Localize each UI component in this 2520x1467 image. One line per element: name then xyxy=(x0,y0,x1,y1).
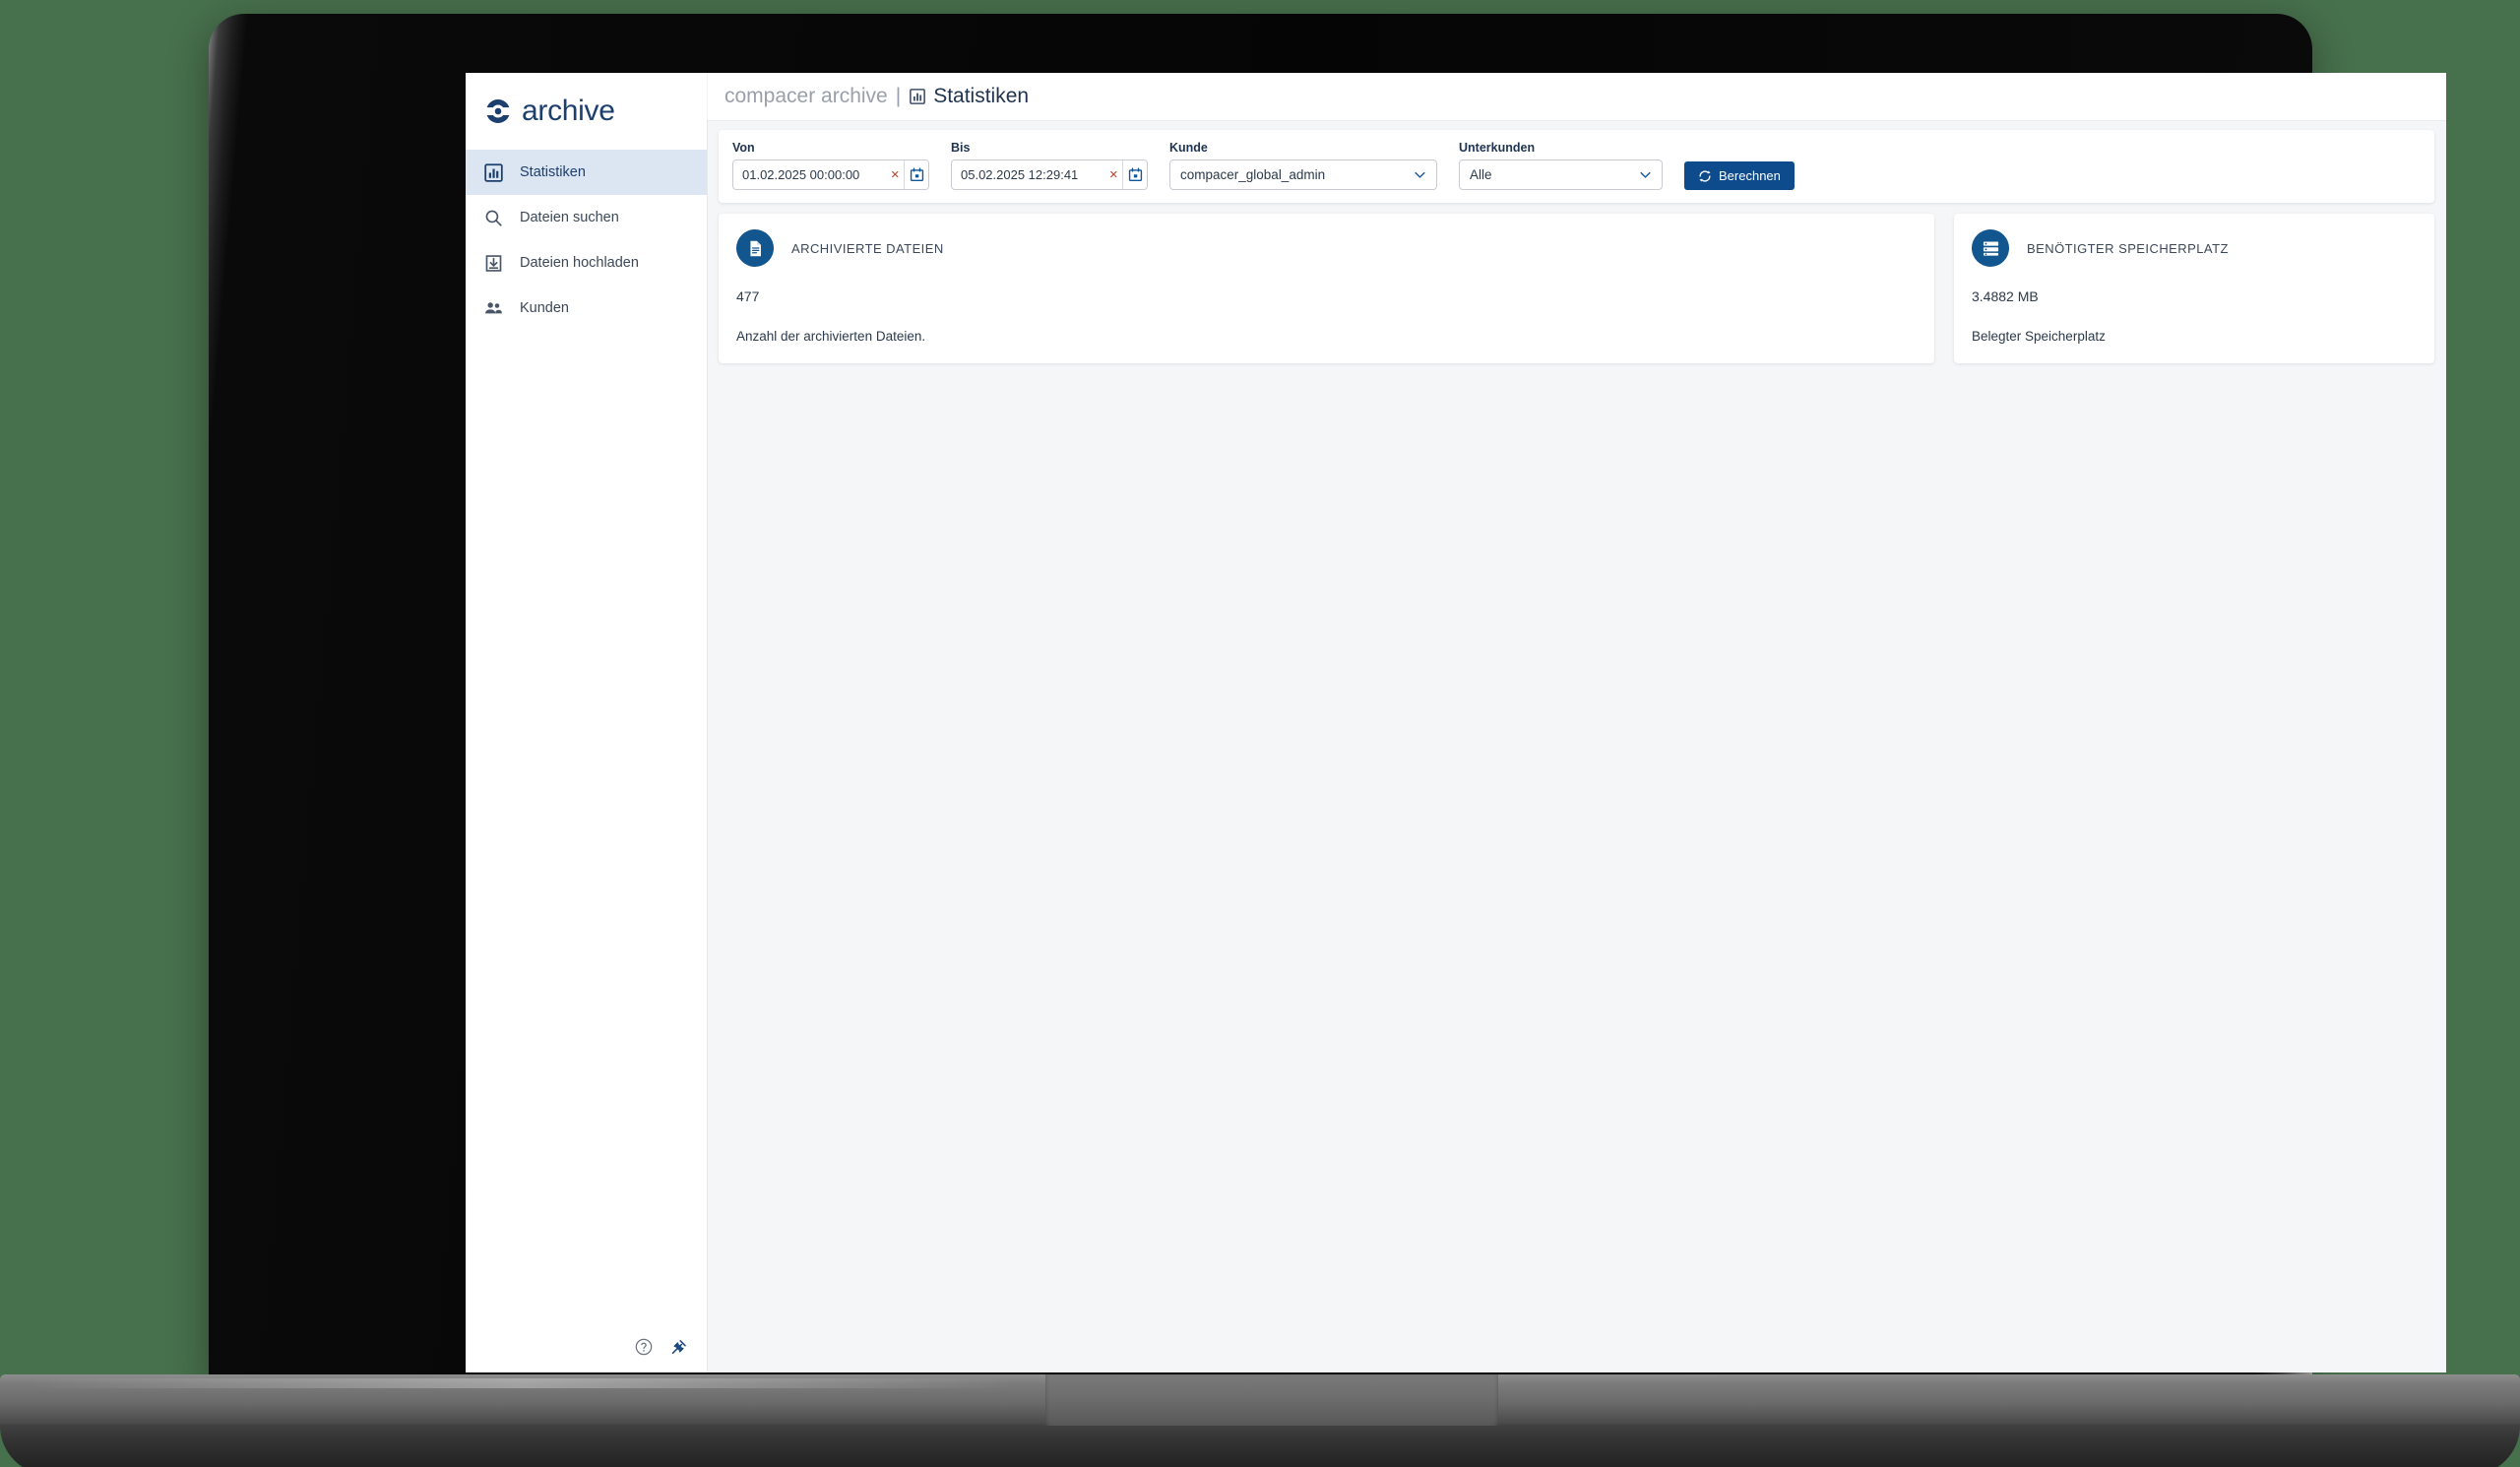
sidebar-item-label: Kunden xyxy=(520,300,569,316)
download-box-icon xyxy=(483,253,504,274)
pin-icon[interactable] xyxy=(669,1337,689,1357)
laptop-base-highlight xyxy=(30,1378,1014,1388)
application-window: archive Statistiken Dateien suchen Datei… xyxy=(466,73,2446,1372)
card-title: BENÖTIGTER SPEICHERPLATZ xyxy=(2027,240,2229,256)
card-title: ARCHIVIERTE DATEIEN xyxy=(791,240,944,256)
search-icon xyxy=(483,208,504,228)
brand-logo[interactable]: archive xyxy=(466,73,707,150)
field-label-kunde: Kunde xyxy=(1169,141,1208,155)
breadcrumb-app-name: compacer archive xyxy=(724,85,888,107)
main-content: compacer archive | Statistiken Von 01.02… xyxy=(707,73,2446,1372)
chevron-down-icon xyxy=(1639,168,1652,181)
sidebar-item-label: Dateien hochladen xyxy=(520,255,639,271)
berechnen-button[interactable]: Berechnen xyxy=(1684,161,1795,190)
von-date-input[interactable] xyxy=(733,160,887,189)
bis-date-input-group[interactable]: × xyxy=(951,159,1148,190)
breadcrumb: compacer archive | Statistiken xyxy=(707,73,2446,120)
field-bis: Bis × xyxy=(951,141,1148,190)
card-header: ARCHIVIERTE DATEIEN xyxy=(736,229,1917,267)
sidebar-item-dateien-hochladen[interactable]: Dateien hochladen xyxy=(466,240,707,286)
bar-chart-icon xyxy=(483,162,504,183)
chevron-down-icon xyxy=(1414,168,1426,181)
laptop-lid: archive Statistiken Dateien suchen Datei… xyxy=(209,14,2446,1382)
sidebar-footer xyxy=(466,1321,707,1372)
clear-icon[interactable]: × xyxy=(1104,160,1122,189)
breadcrumb-separator: | xyxy=(895,85,902,107)
field-label-unterkunden: Unterkunden xyxy=(1459,141,1536,155)
laptop-screen: archive Statistiken Dateien suchen Datei… xyxy=(466,73,2446,1372)
unterkunden-select[interactable]: Alle xyxy=(1459,159,1663,190)
card-description: Anzahl der archivierten Dateien. xyxy=(736,329,926,344)
bar-chart-icon xyxy=(909,88,926,105)
document-icon xyxy=(736,229,774,267)
people-icon xyxy=(483,298,504,319)
sidebar-item-label: Dateien suchen xyxy=(520,210,619,225)
filter-toolbar: Von × xyxy=(719,130,2434,203)
calendar-icon xyxy=(1128,167,1143,182)
kunde-select-value: compacer_global_admin xyxy=(1180,167,1326,182)
refresh-icon xyxy=(1698,169,1712,183)
storage-list-icon xyxy=(1972,229,2009,267)
calendar-icon xyxy=(910,167,924,182)
calendar-icon-button[interactable] xyxy=(1122,160,1147,189)
card-description: Belegter Speicherplatz xyxy=(1972,329,2106,344)
sidebar: archive Statistiken Dateien suchen Datei… xyxy=(466,73,707,1372)
card-value: 3.4882 MB xyxy=(1972,288,2039,304)
card-header: BENÖTIGTER SPEICHERPLATZ xyxy=(1972,229,2417,267)
sidebar-item-kunden[interactable]: Kunden xyxy=(466,286,707,331)
sidebar-item-label: Statistiken xyxy=(520,164,586,180)
sidebar-item-statistiken[interactable]: Statistiken xyxy=(466,150,707,195)
von-date-input-group[interactable]: × xyxy=(732,159,929,190)
card-benoetigter-speicherplatz: BENÖTIGTER SPEICHERPLATZ 3.4882 MB Beleg… xyxy=(1954,214,2434,363)
clear-icon[interactable]: × xyxy=(886,160,904,189)
kunde-select[interactable]: compacer_global_admin xyxy=(1169,159,1437,190)
brand-name: archive xyxy=(522,95,615,127)
field-label-von: Von xyxy=(732,141,755,155)
card-archivierte-dateien: ARCHIVIERTE DATEIEN 477 Anzahl der archi… xyxy=(719,214,1934,363)
field-von: Von × xyxy=(732,141,929,190)
field-label-bis: Bis xyxy=(951,141,971,155)
laptop-base-bottom xyxy=(0,1426,2520,1467)
help-circle-icon[interactable] xyxy=(634,1337,654,1357)
laptop-base xyxy=(0,1374,2520,1467)
unterkunden-select-value: Alle xyxy=(1470,167,1492,182)
card-value: 477 xyxy=(736,288,760,304)
sidebar-item-dateien-suchen[interactable]: Dateien suchen xyxy=(466,195,707,240)
archive-circle-logo-icon xyxy=(483,96,513,126)
page-title: Statistiken xyxy=(933,85,1030,107)
scene: archive Statistiken Dateien suchen Datei… xyxy=(0,0,2520,1467)
bis-date-input[interactable] xyxy=(952,160,1105,189)
sidebar-nav: Statistiken Dateien suchen Dateien hochl… xyxy=(466,150,707,331)
field-unterkunden: Unterkunden Alle xyxy=(1459,141,1663,190)
berechnen-button-label: Berechnen xyxy=(1719,168,1781,183)
stat-cards: ARCHIVIERTE DATEIEN 477 Anzahl der archi… xyxy=(719,214,2434,363)
field-kunde: Kunde compacer_global_admin xyxy=(1169,141,1437,190)
calendar-icon-button[interactable] xyxy=(904,160,928,189)
